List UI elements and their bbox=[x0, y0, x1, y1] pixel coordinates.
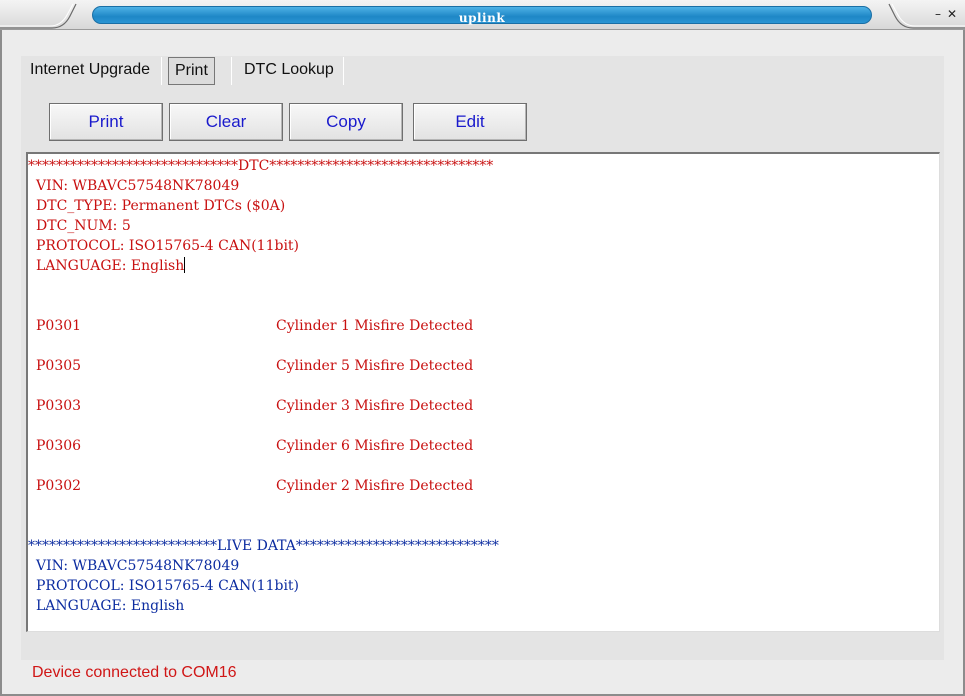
window-title-pill[interactable]: uplink bbox=[92, 6, 872, 25]
dtc-section-header: ******************************DTC*******… bbox=[28, 158, 494, 174]
print-button[interactable]: Print bbox=[49, 103, 163, 141]
live-protocol-line: PROTOCOL: ISO15765-4 CAN(11bit) bbox=[36, 578, 300, 594]
protocol-line: PROTOCOL: ISO15765-4 CAN(11bit) bbox=[36, 238, 300, 254]
dtc-num-line: DTC_NUM: 5 bbox=[36, 218, 131, 234]
text-caret bbox=[184, 257, 186, 273]
copy-button[interactable]: Copy bbox=[289, 103, 403, 141]
title-bar-left-ornament bbox=[0, 3, 77, 29]
tab-dtc-lookup[interactable]: DTC Lookup bbox=[238, 56, 340, 86]
tab-separator bbox=[231, 57, 232, 85]
minimize-button[interactable]: – bbox=[935, 7, 941, 21]
clear-button[interactable]: Clear bbox=[169, 103, 283, 141]
dtc-description: Cylinder 3 Misfire Detected bbox=[276, 398, 474, 414]
dtc-code: P0303 bbox=[36, 398, 82, 414]
report-text-area[interactable]: ******************************DTC*******… bbox=[26, 152, 940, 632]
dtc-description: Cylinder 1 Misfire Detected bbox=[276, 318, 474, 334]
title-bar[interactable]: uplink – ✕ bbox=[0, 0, 965, 30]
dtc-code: P0306 bbox=[36, 438, 82, 454]
tab-separator bbox=[343, 57, 344, 85]
dtc-description: Cylinder 5 Misfire Detected bbox=[276, 358, 474, 374]
tab-internet-upgrade[interactable]: Internet Upgrade bbox=[24, 56, 156, 86]
tab-separator bbox=[161, 57, 162, 85]
dtc-code: P0301 bbox=[36, 318, 82, 334]
language-line: LANGUAGE: English bbox=[36, 257, 186, 275]
tab-print[interactable]: Print bbox=[168, 57, 215, 85]
live-vin-line: VIN: WBAVC57548NK78049 bbox=[36, 558, 240, 574]
close-button[interactable]: ✕ bbox=[947, 7, 957, 21]
vin-line: VIN: WBAVC57548NK78049 bbox=[36, 178, 240, 194]
dtc-type-line: DTC_TYPE: Permanent DTCs ($0A) bbox=[36, 198, 286, 214]
live-language-line: LANGUAGE: English bbox=[36, 598, 185, 614]
language-text: LANGUAGE: English bbox=[36, 258, 185, 274]
window-title: uplink bbox=[458, 11, 506, 25]
edit-button[interactable]: Edit bbox=[413, 103, 527, 141]
dtc-description: Cylinder 2 Misfire Detected bbox=[276, 478, 474, 494]
dtc-description: Cylinder 6 Misfire Detected bbox=[276, 438, 474, 454]
live-data-section-header: ***************************LIVE DATA****… bbox=[28, 538, 499, 554]
dtc-code: P0305 bbox=[36, 358, 82, 374]
dtc-code: P0302 bbox=[36, 478, 82, 494]
connection-status: Device connected to COM16 bbox=[32, 664, 237, 681]
